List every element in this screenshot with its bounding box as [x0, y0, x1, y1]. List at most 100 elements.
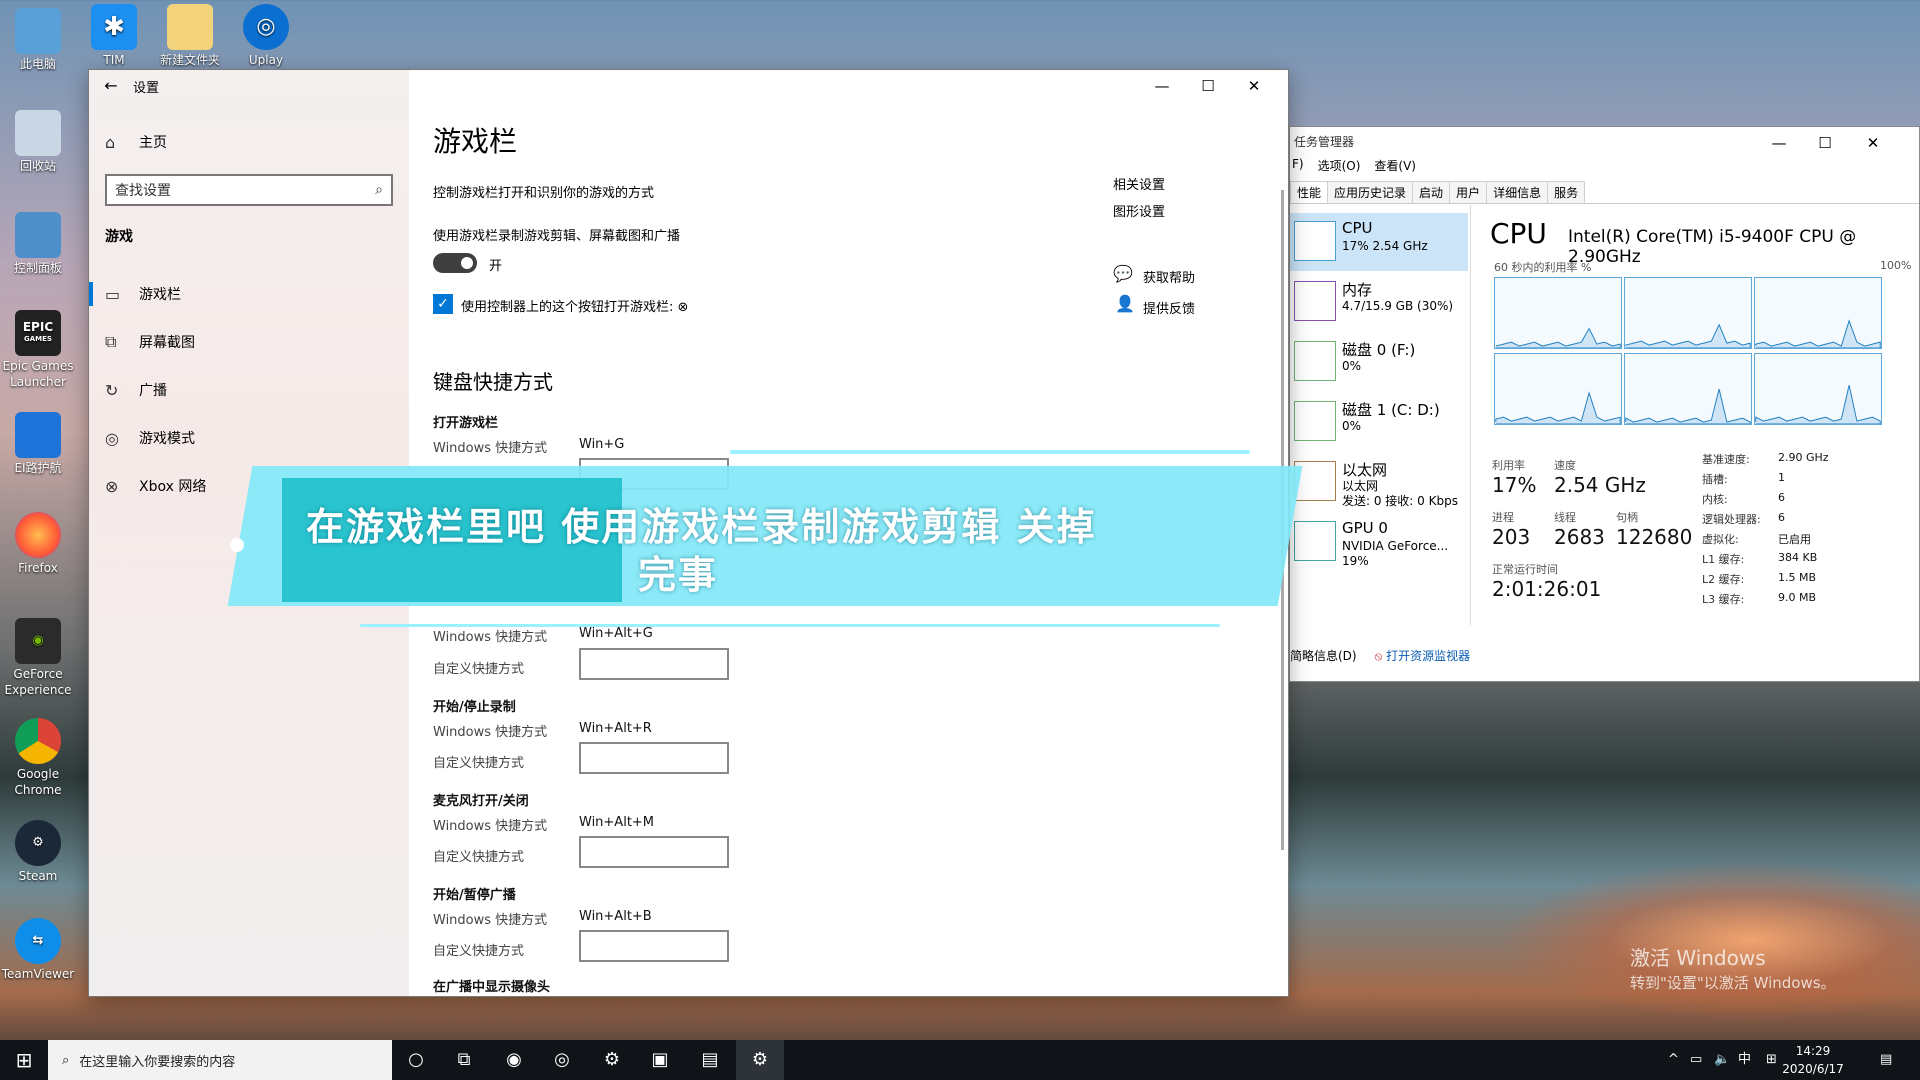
desktop-icon-geforce[interactable]: ◉ GeForce Experience — [0, 618, 76, 698]
resource-disk-0[interactable]: 磁盘 0 (F:) 0% — [1290, 333, 1468, 391]
speed-label: 速度 — [1554, 459, 1576, 472]
nav-game-bar[interactable]: ▭ 游戏栏 — [89, 274, 409, 314]
this-pc-icon — [15, 8, 61, 54]
ei-guard-icon — [15, 412, 61, 458]
menu-options[interactable]: 选项(O) — [1318, 157, 1361, 179]
resource-disk-1[interactable]: 磁盘 1 (C: D:) 0% — [1290, 393, 1468, 451]
home-icon: ⌂ — [105, 132, 116, 152]
custom-shortcut-label: 自定义快捷方式 — [433, 944, 525, 959]
start-button[interactable]: ⊞ — [0, 1040, 48, 1080]
desktop-icon-teamviewer[interactable]: ⇆ TeamViewer — [0, 918, 76, 982]
graph-caption: 60 秒内的利用率 % — [1494, 261, 1592, 274]
task-view-icon[interactable]: ⧉ — [440, 1040, 488, 1080]
notification-icon[interactable]: ▤ — [1880, 1040, 1892, 1080]
taskbar-search-box[interactable]: ⌕ 在这里输入你要搜索的内容 — [48, 1040, 392, 1080]
uplay-taskbar-icon[interactable]: ◎ — [538, 1040, 586, 1080]
tray-monitor-icon[interactable]: ▭ — [1690, 1040, 1702, 1080]
task-manager-title: 任务管理器 — [1294, 135, 1355, 149]
desktop-icon-epic-games[interactable]: EPIC GAMES Epic Games Launcher — [0, 310, 76, 390]
graphics-settings-link[interactable]: 图形设置 — [1113, 201, 1165, 220]
desktop-icon-ei-guard[interactable]: EI路护航 — [0, 412, 76, 476]
related-settings-title: 相关设置 — [1113, 178, 1166, 193]
open-resource-monitor-link[interactable]: 打开资源监视器 — [1386, 649, 1470, 663]
desktop-icon-firefox[interactable]: Firefox — [0, 512, 76, 576]
core-graph — [1624, 353, 1752, 425]
controller-checkbox[interactable]: ✓ — [433, 294, 453, 314]
cortana-icon[interactable]: ○ — [392, 1040, 440, 1080]
shortcut-name: 开始/停止录制 — [433, 700, 516, 715]
teamviewer-icon: ⇆ — [15, 918, 61, 964]
minimize-button[interactable]: — — [1139, 70, 1185, 102]
spec-value: 1.5 MB — [1778, 571, 1817, 584]
search-icon: ⌕ — [375, 182, 383, 198]
tab-app-history[interactable]: 应用历史记录 — [1327, 181, 1414, 203]
minimize-button[interactable]: — — [1756, 127, 1802, 159]
win-shortcut-label: Windows 快捷方式 — [433, 630, 548, 645]
menu-view[interactable]: 查看(V) — [1374, 157, 1416, 179]
close-button[interactable]: ✕ — [1231, 70, 1277, 102]
maximize-button[interactable]: ☐ — [1185, 70, 1231, 102]
search-input[interactable]: 查找设置 ⌕ — [105, 174, 393, 206]
shortcuts-title: 键盘快捷方式 — [433, 370, 553, 394]
steam-taskbar-icon[interactable]: ⚙ — [588, 1040, 636, 1080]
nav-xbox-network[interactable]: ⊗ Xbox 网络 — [89, 466, 409, 506]
desktop-icon-recycle-bin[interactable]: 回收站 — [0, 110, 76, 174]
uplay-icon: ◎ — [243, 4, 289, 50]
handle-label: 句柄 — [1616, 511, 1638, 524]
desktop-icon-tim[interactable]: ✱ TIM — [76, 4, 152, 68]
menu-file[interactable]: F) — [1292, 157, 1304, 179]
tab-services[interactable]: 服务 — [1547, 181, 1586, 203]
desktop-icon-new-folder[interactable]: 新建文件夹 — [152, 4, 228, 68]
maximize-button[interactable]: ☐ — [1802, 127, 1848, 159]
custom-shortcut-input[interactable] — [579, 930, 729, 962]
xbox-button-icon: ⊗ — [677, 300, 689, 315]
desktop-icon-control-panel[interactable]: 控制面板 — [0, 212, 76, 276]
desktop-icon-uplay[interactable]: ◎ Uplay — [228, 4, 304, 68]
resource-cpu[interactable]: CPU 17% 2.54 GHz — [1290, 213, 1468, 271]
tab-details[interactable]: 详细信息 — [1486, 181, 1549, 203]
volume-icon[interactable]: 🔈 — [1714, 1040, 1730, 1080]
win-shortcut-label: Windows 快捷方式 — [433, 913, 548, 928]
taskmgr-taskbar-icon[interactable]: ▣ — [636, 1040, 684, 1080]
tab-startup[interactable]: 启动 — [1412, 181, 1451, 203]
resource-gpu[interactable]: GPU 0 NVIDIA GeForce... 19% — [1290, 513, 1468, 571]
desktop-icon-this-pc[interactable]: 此电脑 — [0, 8, 76, 72]
tab-users[interactable]: 用户 — [1449, 181, 1488, 203]
feedback-link[interactable]: 提供反馈 — [1143, 298, 1195, 317]
util-label: 利用率 — [1492, 459, 1525, 472]
desktop-icon-chrome[interactable]: Google Chrome — [0, 718, 76, 798]
nav-captures[interactable]: ⧉ 屏幕截图 — [89, 322, 409, 362]
custom-shortcut-input[interactable] — [579, 742, 729, 774]
shortcut-name: 开始/暂停广播 — [433, 888, 516, 903]
spec-value: 384 KB — [1778, 551, 1818, 564]
keyboard-icon[interactable]: ⊞ — [1766, 1040, 1777, 1080]
nav-home[interactable]: ⌂ 主页 — [89, 122, 409, 162]
resource-memory[interactable]: 内存 4.7/15.9 GB (30%) — [1290, 273, 1468, 331]
tab-performance[interactable]: 性能 — [1290, 181, 1329, 203]
scrollbar[interactable] — [1281, 190, 1284, 850]
cpu-heading: CPU — [1490, 217, 1547, 250]
close-button[interactable]: ✕ — [1850, 127, 1896, 159]
desktop-icon-steam[interactable]: ⚙ Steam — [0, 820, 76, 884]
get-help-link[interactable]: 获取帮助 — [1143, 267, 1195, 286]
custom-shortcut-input[interactable] — [579, 458, 729, 490]
settings-taskbar-icon[interactable]: ⚙ — [736, 1040, 784, 1080]
fewer-details-link[interactable]: 简略信息(D) — [1290, 649, 1357, 663]
chrome-taskbar-icon[interactable]: ◉ — [490, 1040, 538, 1080]
custom-shortcut-label: 自定义快捷方式 — [433, 662, 525, 677]
spec-label: L2 缓存: — [1702, 573, 1745, 586]
record-toggle[interactable] — [433, 253, 477, 273]
custom-shortcut-input[interactable] — [579, 648, 729, 680]
custom-shortcut-input[interactable] — [579, 836, 729, 868]
explorer-taskbar-icon[interactable]: ▤ — [686, 1040, 734, 1080]
nav-broadcasting[interactable]: ↻ 广播 — [89, 370, 409, 410]
nav-game-mode[interactable]: ◎ 游戏模式 — [89, 418, 409, 458]
handle-value: 122680 — [1616, 525, 1693, 549]
clock[interactable]: 14:29 2020/6/17 — [1778, 1042, 1848, 1078]
steam-icon: ⚙ — [15, 820, 61, 866]
back-arrow-icon[interactable]: ← — [89, 70, 133, 102]
ime-indicator[interactable]: 中 — [1738, 1040, 1751, 1080]
tray-chevron-icon[interactable]: ^ — [1668, 1040, 1679, 1080]
resource-ethernet[interactable]: 以太网 以太网 发送: 0 接收: 0 Kbps — [1290, 453, 1468, 511]
toggle-state: 开 — [489, 259, 503, 274]
